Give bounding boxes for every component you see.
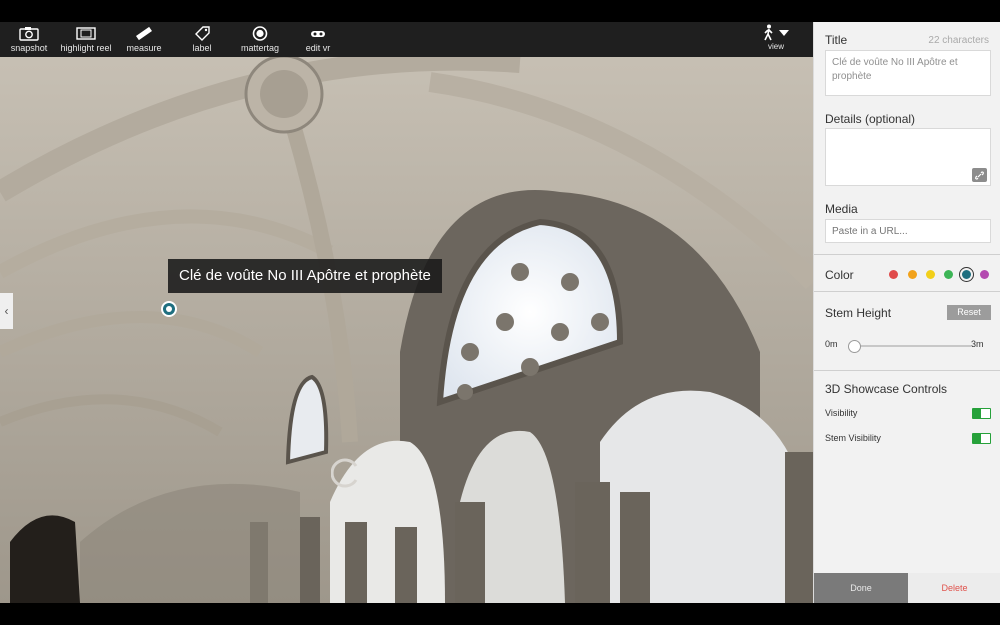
- delete-button[interactable]: Delete: [908, 573, 1000, 603]
- film-icon: [75, 25, 97, 41]
- details-textarea[interactable]: [825, 128, 991, 186]
- walking-person-icon: [764, 24, 773, 41]
- color-swatch-purple[interactable]: [980, 270, 989, 279]
- highlight-reel-tool[interactable]: highlight reel: [57, 22, 115, 57]
- caret-down-icon: [779, 30, 789, 36]
- range-max-label: 3m: [971, 339, 984, 349]
- reset-button[interactable]: Reset: [947, 305, 991, 320]
- mattertag-editor-panel: Title 22 characters Clé de voûte No III …: [813, 22, 1000, 603]
- divider: [814, 254, 1000, 255]
- 3d-viewport[interactable]: Clé de voûte No III Apôtre et prophète ‹: [0, 22, 813, 603]
- title-input[interactable]: Clé de voûte No III Apôtre et prophète: [825, 50, 991, 96]
- visibility-toggle[interactable]: [972, 408, 991, 419]
- divider: [814, 370, 1000, 371]
- stem-height-slider-thumb[interactable]: [848, 340, 861, 353]
- visibility-label: Visibility: [825, 408, 858, 418]
- toolbar: snapshot highlight reel measure label ma…: [0, 22, 813, 57]
- cloister-scene: [0, 22, 813, 603]
- link-icon[interactable]: [972, 168, 987, 182]
- stem-height-slider-track[interactable]: [851, 345, 971, 347]
- divider: [814, 291, 1000, 292]
- color-swatch-teal[interactable]: [962, 270, 971, 279]
- tool-label: snapshot: [10, 43, 48, 53]
- snapshot-tool[interactable]: snapshot: [0, 22, 58, 57]
- details-heading: Details (optional): [825, 112, 916, 126]
- tool-label: label: [192, 43, 212, 53]
- showcase-controls-heading: 3D Showcase Controls: [825, 382, 948, 396]
- media-url-input[interactable]: [825, 219, 991, 243]
- view-menu[interactable]: view: [752, 22, 800, 57]
- mattertag-tool[interactable]: mattertag: [231, 22, 289, 57]
- range-min-label: 0m: [825, 339, 838, 349]
- done-button[interactable]: Done: [814, 573, 908, 603]
- stem-visibility-toggle[interactable]: [972, 433, 991, 444]
- tool-label: edit vr: [305, 43, 331, 53]
- mattertag-tooltip: Clé de voûte No III Apôtre et prophète: [168, 259, 442, 293]
- color-swatch-yellow[interactable]: [926, 270, 935, 279]
- vr-goggles-icon: [307, 25, 329, 41]
- media-heading: Media: [825, 202, 858, 216]
- bottom-letterbox: [0, 603, 1000, 625]
- measure-tool[interactable]: measure: [115, 22, 173, 57]
- color-swatch-orange[interactable]: [908, 270, 917, 279]
- ruler-icon: [133, 25, 155, 41]
- tag-icon: [191, 25, 213, 41]
- chevron-left-icon: ‹: [4, 304, 9, 318]
- color-swatch-red[interactable]: [889, 270, 898, 279]
- color-swatch-green[interactable]: [944, 270, 953, 279]
- camera-icon: [18, 25, 40, 41]
- top-letterbox: [0, 0, 1000, 22]
- mattertag-pin-icon[interactable]: [160, 300, 178, 318]
- tool-label: measure: [126, 43, 162, 53]
- mattertag-icon: [249, 25, 271, 41]
- view-label: view: [767, 42, 784, 51]
- expand-left-panel-tab[interactable]: ‹: [0, 293, 13, 329]
- character-count: 22 characters: [928, 35, 989, 46]
- title-heading: Title: [825, 33, 848, 47]
- label-tool[interactable]: label: [173, 22, 231, 57]
- color-heading: Color: [825, 268, 854, 282]
- edit-vr-tool[interactable]: edit vr: [289, 22, 347, 57]
- stem-height-heading: Stem Height: [825, 306, 892, 320]
- stem-visibility-label: Stem Visibility: [825, 433, 881, 443]
- tool-label: highlight reel: [60, 43, 112, 53]
- loading-spinner: [331, 458, 358, 488]
- tool-label: mattertag: [240, 43, 280, 53]
